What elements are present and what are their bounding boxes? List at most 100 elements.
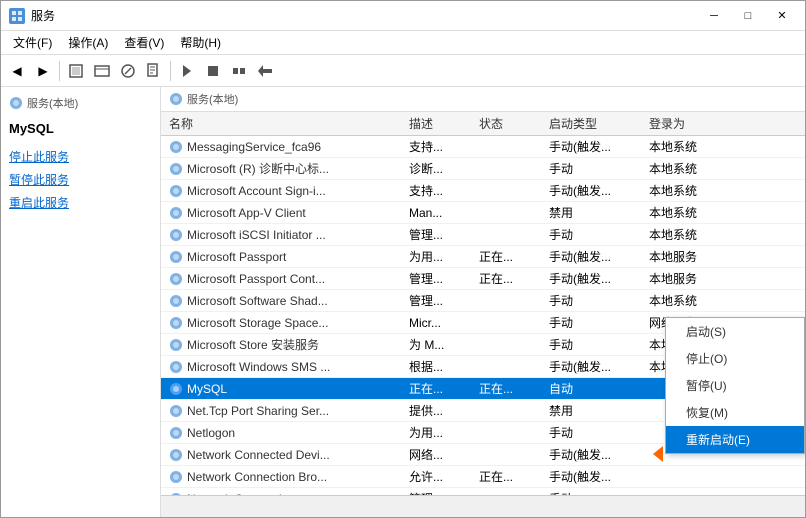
service-startup-cell: 禁用 [549, 402, 649, 419]
title-controls: ─ □ ✕ [699, 6, 797, 26]
service-desc-cell: 根据... [409, 358, 479, 375]
service-icon [169, 184, 183, 198]
toolbar-btn-1[interactable] [64, 59, 88, 83]
toolbar-btn-5[interactable] [175, 59, 199, 83]
service-icon [169, 228, 183, 242]
back-button[interactable]: ◀ [5, 59, 29, 83]
service-startup-cell: 手动(触发... [549, 468, 649, 485]
toolbar-btn-2[interactable] [90, 59, 114, 83]
service-name-cell: MySQL [169, 382, 409, 396]
context-menu-item-restart[interactable]: 重新启动(E) [666, 426, 804, 453]
service-name-cell: Microsoft Storage Space... [169, 316, 409, 330]
menu-view[interactable]: 查看(V) [116, 32, 172, 53]
service-login-cell: 本地服务 [649, 270, 749, 287]
service-login-cell: 本地服务 [649, 248, 749, 265]
service-desc-cell: 管理... [409, 292, 479, 309]
table-row[interactable]: Network Connections管理...手动 [161, 488, 805, 495]
table-row[interactable]: Microsoft iSCSI Initiator ...管理...手动本地系统 [161, 224, 805, 246]
service-startup-cell: 手动 [549, 292, 649, 309]
table-row[interactable]: Microsoft Software Shad...管理...手动本地系统 [161, 290, 805, 312]
table-row[interactable]: Microsoft Account Sign-i...支持...手动(触发...… [161, 180, 805, 202]
service-icon [169, 404, 183, 418]
toolbar-btn-8[interactable] [253, 59, 277, 83]
app-icon [9, 8, 25, 24]
menu-action[interactable]: 操作(A) [60, 32, 116, 53]
service-icon [169, 140, 183, 154]
service-desc-cell: 允许... [409, 468, 479, 485]
service-startup-cell: 手动 [549, 424, 649, 441]
service-name-cell: MessagingService_fca96 [169, 140, 409, 154]
toolbar-btn-4[interactable] [142, 59, 166, 83]
maximize-button[interactable]: □ [733, 6, 763, 26]
service-name-cell: Netlogon [169, 426, 409, 440]
context-menu-item-start[interactable]: 启动(S) [666, 318, 804, 345]
restart-service-link[interactable]: 重启此服务 [9, 194, 152, 211]
table-row[interactable]: Microsoft Passport为用...正在...手动(触发...本地服务 [161, 246, 805, 268]
table-row[interactable]: MessagingService_fca96支持...手动(触发...本地系统 [161, 136, 805, 158]
content-area: 服务(本地) 名称 描述 状态 启动类型 登录为 MessagingServic… [161, 87, 805, 517]
col-name[interactable]: 名称 [169, 115, 409, 132]
sidebar: 服务(本地) MySQL 停止此服务 暂停此服务 重启此服务 [1, 87, 161, 517]
toolbar-btn-6[interactable] [201, 59, 225, 83]
service-desc-cell: Micr... [409, 316, 479, 330]
arrow-indicator [653, 446, 663, 462]
toolbar-separator-2 [170, 61, 171, 81]
service-icon [169, 250, 183, 264]
col-desc[interactable]: 描述 [409, 115, 479, 132]
service-login-cell: 本地系统 [649, 138, 749, 155]
service-icon [169, 272, 183, 286]
service-startup-cell: 手动(触发... [549, 446, 649, 463]
service-desc-cell: 为用... [409, 248, 479, 265]
status-bar [161, 495, 805, 517]
service-startup-cell: 手动 [549, 336, 649, 353]
context-menu-item-resume[interactable]: 恢复(M) [666, 399, 804, 426]
service-desc-cell: 网络... [409, 446, 479, 463]
forward-button[interactable]: ▶ [31, 59, 55, 83]
service-icon [169, 338, 183, 352]
service-name-cell: Microsoft Windows SMS ... [169, 360, 409, 374]
service-startup-cell: 手动(触发... [549, 358, 649, 375]
service-login-cell: 本地系统 [649, 160, 749, 177]
title-bar: 服务 ─ □ ✕ [1, 1, 805, 31]
service-icon [169, 316, 183, 330]
service-login-cell: 本地系统 [649, 226, 749, 243]
service-name-cell: Net.Tcp Port Sharing Ser... [169, 404, 409, 418]
service-startup-cell: 手动(触发... [549, 248, 649, 265]
context-menu: 启动(S)停止(O)暂停(U)恢复(M)重新启动(E) [665, 317, 805, 454]
table-row[interactable]: Network Connection Bro...允许...正在...手动(触发… [161, 466, 805, 488]
toolbar-btn-7[interactable] [227, 59, 251, 83]
service-desc-cell: 诊断... [409, 160, 479, 177]
menu-help[interactable]: 帮助(H) [172, 32, 229, 53]
table-row[interactable]: Microsoft Passport Cont...管理...正在...手动(触… [161, 268, 805, 290]
service-login-cell: 本地系统 [649, 182, 749, 199]
minimize-button[interactable]: ─ [699, 6, 729, 26]
col-startup[interactable]: 启动类型 [549, 115, 649, 132]
context-menu-item-stop[interactable]: 停止(O) [666, 345, 804, 372]
table-row[interactable]: Microsoft (R) 诊断中心标...诊断...手动本地系统 [161, 158, 805, 180]
sidebar-icon [9, 96, 23, 110]
service-icon [169, 448, 183, 462]
service-icon [169, 206, 183, 220]
main-content: 服务(本地) MySQL 停止此服务 暂停此服务 重启此服务 服务(本地) 名称… [1, 87, 805, 517]
col-status[interactable]: 状态 [479, 115, 549, 132]
menu-bar: 文件(F) 操作(A) 查看(V) 帮助(H) [1, 31, 805, 55]
service-name-cell: Microsoft Account Sign-i... [169, 184, 409, 198]
main-window: 服务 ─ □ ✕ 文件(F) 操作(A) 查看(V) 帮助(H) ◀ ▶ [0, 0, 806, 518]
window-title: 服务 [31, 7, 55, 24]
service-name-cell: Microsoft iSCSI Initiator ... [169, 228, 409, 242]
service-icon [169, 382, 183, 396]
close-button[interactable]: ✕ [767, 6, 797, 26]
col-login[interactable]: 登录为 [649, 115, 749, 132]
service-desc-cell: 为 M... [409, 336, 479, 353]
table-row[interactable]: Microsoft App-V ClientMan...禁用本地系统 [161, 202, 805, 224]
toolbar: ◀ ▶ [1, 55, 805, 87]
service-desc-cell: 管理... [409, 270, 479, 287]
service-login-cell: 本地系统 [649, 292, 749, 309]
pause-service-link[interactable]: 暂停此服务 [9, 171, 152, 188]
toolbar-btn-3[interactable] [116, 59, 140, 83]
context-menu-item-pause[interactable]: 暂停(U) [666, 372, 804, 399]
stop-service-link[interactable]: 停止此服务 [9, 148, 152, 165]
service-icon [169, 426, 183, 440]
content-header: 服务(本地) [161, 87, 805, 112]
menu-file[interactable]: 文件(F) [5, 32, 60, 53]
